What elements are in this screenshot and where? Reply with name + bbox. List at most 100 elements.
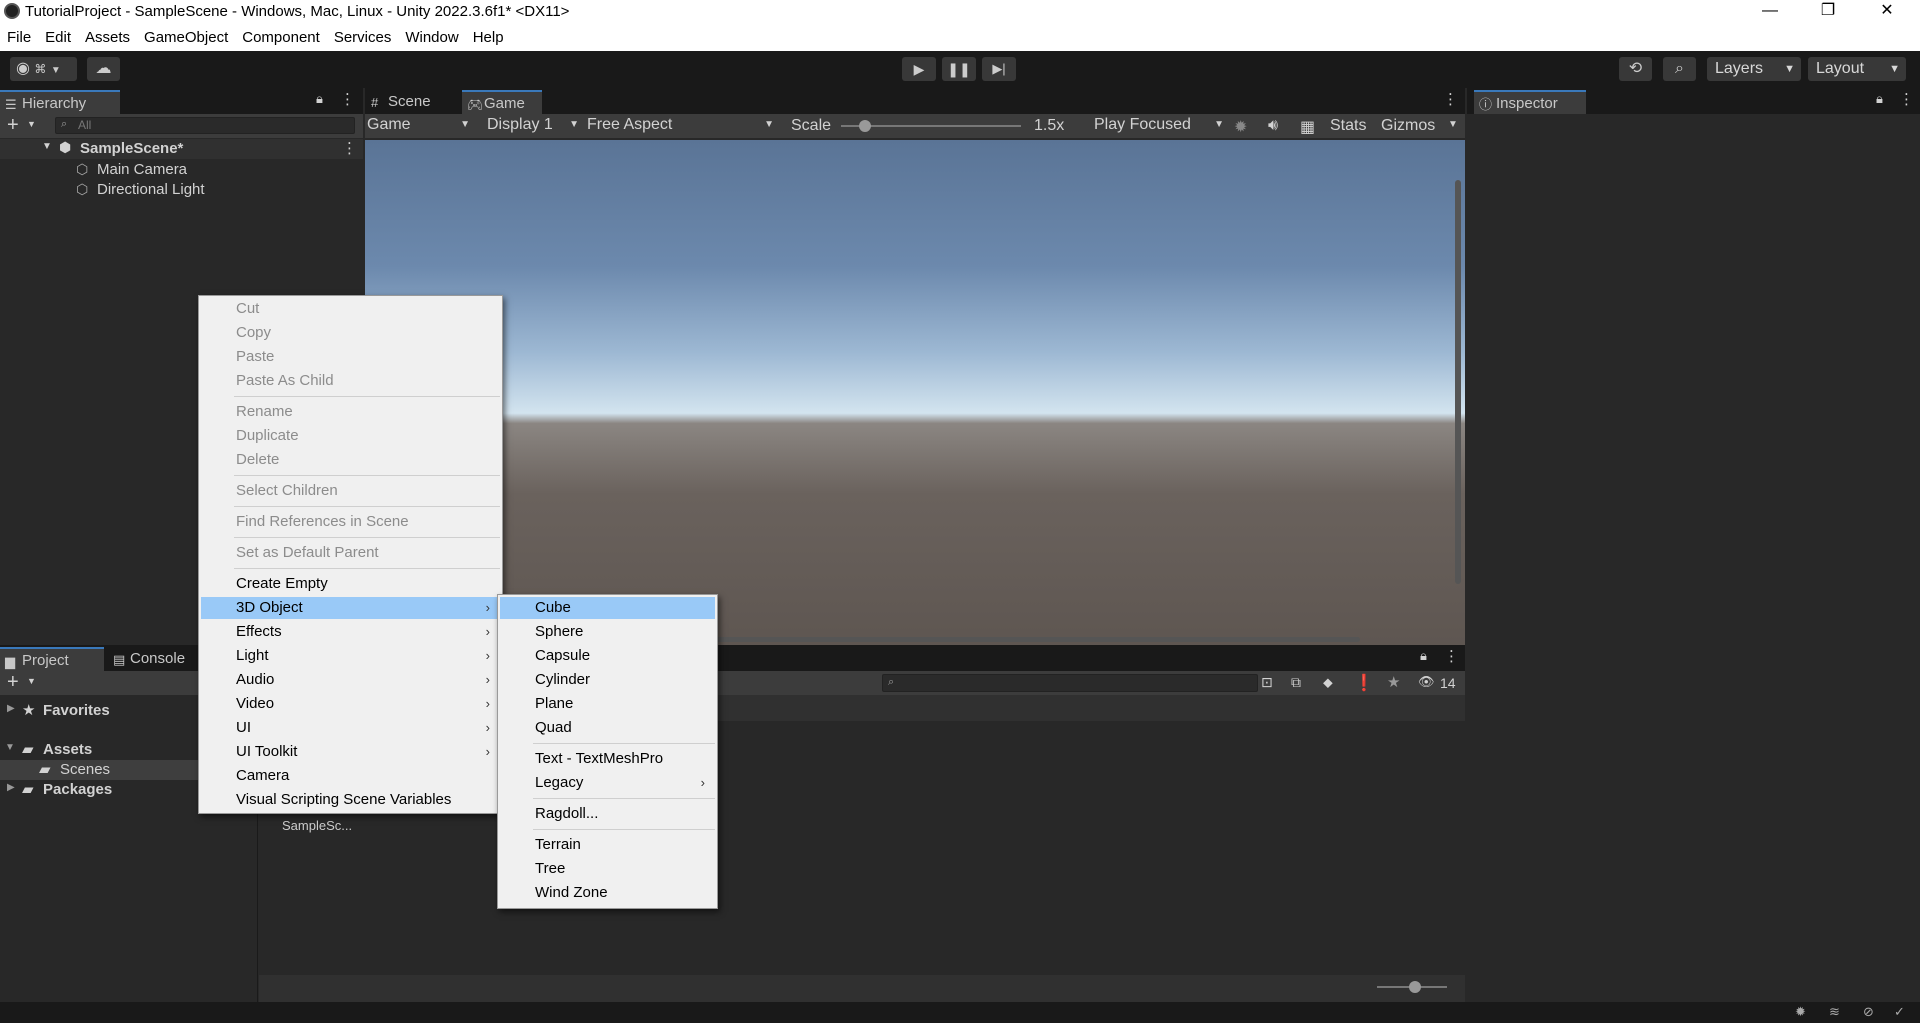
play-focus-dropdown[interactable]: Play Focused ▼ xyxy=(1094,116,1226,136)
menu-item-plane[interactable]: Plane xyxy=(500,693,715,715)
menu-item-rename[interactable]: Rename xyxy=(201,401,500,423)
stats-button[interactable]: Stats xyxy=(1330,117,1366,135)
menu-item-find-references[interactable]: Find References in Scene xyxy=(201,511,500,533)
lock-icon[interactable]: 🔒︎ xyxy=(316,91,323,107)
star-icon[interactable]: ★ xyxy=(1387,673,1400,691)
chevron-down-icon[interactable]: ▼ xyxy=(27,676,36,686)
chevron-down-icon[interactable]: ▼ xyxy=(1448,119,1458,130)
menu-item-delete[interactable]: Delete xyxy=(201,449,500,471)
tab-hierarchy[interactable]: ☰ Hierarchy xyxy=(0,90,120,114)
play-button[interactable]: ▶ xyxy=(902,57,936,81)
menu-item-cube[interactable]: Cube xyxy=(500,597,715,619)
mode-dropdown[interactable]: Game ▼ xyxy=(367,116,475,136)
check-icon[interactable]: ✓ xyxy=(1894,1004,1905,1020)
layout-dropdown[interactable]: Layout ▼ xyxy=(1808,57,1906,81)
account-dropdown[interactable]: ◉ ⌘ ▼ xyxy=(10,57,77,81)
menu-assets[interactable]: Assets xyxy=(78,24,137,46)
grid-stats-icon[interactable]: ▦ xyxy=(1300,117,1315,137)
tab-inspector[interactable]: ⓘ Inspector xyxy=(1474,90,1586,114)
zoom-slider-handle[interactable] xyxy=(1409,981,1421,993)
maximize-button[interactable]: ❐ xyxy=(1799,0,1857,24)
foldout-icon[interactable]: ▼ xyxy=(42,141,52,152)
menu-item-select-children[interactable]: Select Children xyxy=(201,480,500,502)
network-icon[interactable]: ⊘ xyxy=(1863,1004,1874,1020)
lock-icon[interactable]: 🔒︎ xyxy=(1876,91,1883,107)
hidden-eye-icon[interactable]: 👁︎ xyxy=(1418,674,1435,690)
menu-item-video[interactable]: Video › xyxy=(201,693,500,715)
foldout-icon[interactable]: ▼ xyxy=(5,742,15,753)
menu-gameobject[interactable]: GameObject xyxy=(137,24,235,46)
audio-icon[interactable]: 🔊︎ xyxy=(1268,117,1278,135)
chevron-down-icon[interactable]: ▼ xyxy=(27,119,36,129)
menu-item-effects[interactable]: Effects › xyxy=(201,621,500,643)
menu-item-ui-toolkit[interactable]: UI Toolkit › xyxy=(201,741,500,763)
step-button[interactable]: ▶| xyxy=(982,57,1016,81)
menu-item-capsule[interactable]: Capsule xyxy=(500,645,715,667)
menu-item-set-default-parent[interactable]: Set as Default Parent xyxy=(201,542,500,564)
kebab-menu-icon[interactable]: ⋮ xyxy=(1899,90,1914,108)
menu-item-ui[interactable]: UI › xyxy=(201,717,500,739)
search-scope-icon[interactable]: ⊡ xyxy=(1261,674,1273,691)
close-button[interactable]: ✕ xyxy=(1858,0,1916,24)
menu-item-legacy[interactable]: Legacy › xyxy=(500,772,715,794)
add-icon[interactable]: + xyxy=(7,671,19,693)
layers-dropdown[interactable]: Layers ▼ xyxy=(1707,57,1801,81)
horizontal-scrollbar[interactable] xyxy=(700,637,1360,642)
label-filter-icon[interactable]: ⬥ xyxy=(1323,674,1333,691)
aspect-dropdown[interactable]: Free Aspect ▼ xyxy=(587,116,779,136)
tab-project[interactable]: ▆ Project xyxy=(0,647,104,671)
kebab-menu-icon[interactable]: ⋮ xyxy=(1443,90,1458,108)
menu-item-cut[interactable]: Cut xyxy=(201,298,500,320)
menu-file[interactable]: File xyxy=(0,24,38,46)
debug-icon[interactable]: ✹ xyxy=(1795,1004,1806,1020)
menu-edit[interactable]: Edit xyxy=(38,24,78,46)
menu-component[interactable]: Component xyxy=(235,24,327,46)
debug-icon[interactable]: ✹ xyxy=(1234,117,1247,137)
menu-services[interactable]: Services xyxy=(327,24,399,46)
menu-item-quad[interactable]: Quad xyxy=(500,717,715,739)
kebab-menu-icon[interactable]: ⋮ xyxy=(342,139,357,157)
scene-row[interactable]: ▼ ⬢ SampleScene* ⋮ xyxy=(0,139,363,159)
scale-slider-handle[interactable] xyxy=(859,120,871,132)
menu-item-light[interactable]: Light › xyxy=(201,645,500,667)
foldout-icon[interactable]: ▶ xyxy=(7,703,15,714)
display-dropdown[interactable]: Display 1 ▼ xyxy=(487,116,579,136)
vertical-scrollbar[interactable] xyxy=(1455,180,1461,584)
add-icon[interactable]: + xyxy=(7,114,19,136)
gizmos-button[interactable]: Gizmos xyxy=(1381,117,1435,135)
menu-item-visual-scripting[interactable]: Visual Scripting Scene Variables xyxy=(201,789,500,811)
menu-item-tree[interactable]: Tree xyxy=(500,858,715,880)
menu-item-camera[interactable]: Camera xyxy=(201,765,500,787)
asset-item[interactable]: SampleSc... xyxy=(282,818,352,833)
menu-item-paste-as-child[interactable]: Paste As Child xyxy=(201,370,500,392)
cloud-button[interactable]: ☁ xyxy=(87,57,120,81)
menu-item-3d-object[interactable]: 3D Object › xyxy=(201,597,500,619)
search-button[interactable]: ⌕ xyxy=(1663,57,1696,81)
menu-item-duplicate[interactable]: Duplicate xyxy=(201,425,500,447)
pause-button[interactable]: ❚❚ xyxy=(942,57,976,81)
layers-stack-icon[interactable]: ≋ xyxy=(1829,1004,1840,1020)
menu-item-sphere[interactable]: Sphere xyxy=(500,621,715,643)
tab-console[interactable]: ▤ Console xyxy=(108,647,204,671)
hierarchy-item[interactable]: ⬡ Directional Light xyxy=(0,180,363,200)
minimize-button[interactable]: — xyxy=(1741,0,1799,24)
menu-item-terrain[interactable]: Terrain xyxy=(500,834,715,856)
hierarchy-item[interactable]: ⬡ Main Camera xyxy=(0,160,363,180)
menu-item-copy[interactable]: Copy xyxy=(201,322,500,344)
menu-item-ragdoll[interactable]: Ragdoll... xyxy=(500,803,715,825)
foldout-icon[interactable]: ▶ xyxy=(7,782,15,793)
game-viewport[interactable] xyxy=(365,140,1465,646)
history-button[interactable]: ⟲ xyxy=(1619,57,1652,81)
kebab-menu-icon[interactable]: ⋮ xyxy=(340,90,355,108)
kebab-menu-icon[interactable]: ⋮ xyxy=(1444,647,1459,665)
lock-icon[interactable]: 🔒︎ xyxy=(1420,648,1427,664)
tab-game[interactable]: 🎮︎ Game xyxy=(462,90,542,114)
menu-item-create-empty[interactable]: Create Empty xyxy=(201,573,500,595)
tab-scene[interactable]: # Scene xyxy=(366,90,460,114)
menu-help[interactable]: Help xyxy=(466,24,511,46)
project-search-input[interactable]: ⌕ xyxy=(882,674,1258,692)
hierarchy-search-input[interactable]: ⌕ All xyxy=(55,117,355,134)
menu-item-paste[interactable]: Paste xyxy=(201,346,500,368)
type-filter-icon[interactable]: ⧉ xyxy=(1291,674,1301,691)
menu-window[interactable]: Window xyxy=(398,24,465,46)
